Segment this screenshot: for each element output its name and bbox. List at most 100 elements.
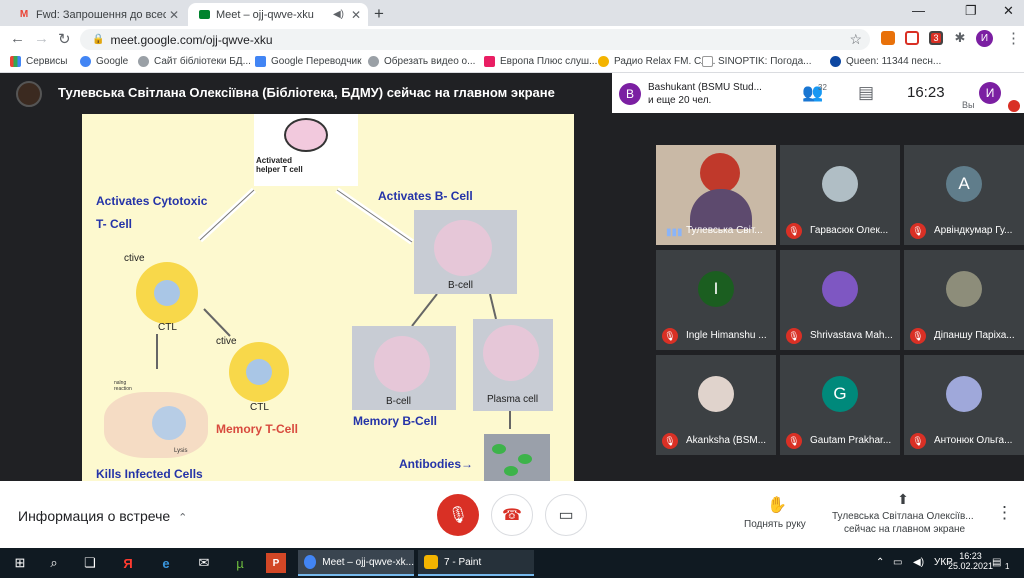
puzzle-icon[interactable]: ✱ [953, 30, 967, 45]
back-icon[interactable]: ← [10, 30, 25, 47]
participant-avatar [822, 166, 858, 202]
gmail-icon: M [19, 9, 29, 20]
infected-cell [104, 392, 208, 458]
profile-avatar[interactable]: И [976, 30, 993, 47]
participant-tile[interactable]: 🎙 Гарвасюк Олек... [780, 145, 900, 245]
task-view-icon[interactable]: ❏ [80, 553, 100, 573]
presentation-title: Тулевська Світлана Олексіївна (Бібліотек… [58, 85, 555, 100]
windows-start-icon[interactable]: ⊞ [10, 553, 30, 573]
volume-icon[interactable]: ◀) [913, 557, 924, 568]
tab-gmail[interactable]: M Fwd: Запрошення до всесвітньо ✕ [8, 3, 186, 26]
close-tab-icon[interactable]: ✕ [348, 8, 364, 22]
participant-tile[interactable]: 🎙 Антонюк Ольга... [904, 355, 1024, 455]
participant-tile[interactable]: I 🎙 Ingle Himanshu ... [656, 250, 776, 350]
tray-clock[interactable]: 16:23 25.02.2021 [948, 551, 993, 571]
pinned-participant[interactable]: Bashukant (BSMU Stud... и еще 20 чел. [648, 81, 762, 107]
extension-badge-icon[interactable]: 3 [929, 31, 943, 45]
tab-meet[interactable]: Meet – ojj-qwve-xku ◀) ✕ [188, 3, 368, 26]
participant-tile[interactable]: G 🎙 Gautam Prakhar... [780, 355, 900, 455]
ctl-cell-1 [136, 262, 198, 324]
edge-icon[interactable]: e [156, 553, 176, 573]
participant-video-body [690, 189, 752, 229]
europa-icon [484, 56, 495, 67]
close-window-icon[interactable]: ✕ [1003, 3, 1014, 19]
participant-avatar [946, 376, 982, 412]
restore-icon[interactable]: ❐ [965, 3, 977, 19]
extension-badge: 3 [931, 33, 941, 43]
presenter-button[interactable]: ⬆ Тулевська Світлана Олексіїв... сейчас … [828, 491, 978, 541]
chat-icon[interactable]: ▤ [858, 83, 874, 103]
participant-avatar: I [698, 271, 734, 307]
hang-up-icon: ☎ [502, 507, 522, 524]
meeting-info-label: Информация о встрече [18, 508, 171, 524]
participant-name: Shrivastava Mah... [810, 330, 893, 341]
ctl-label-1: CTL [158, 322, 177, 333]
url-bar[interactable]: 🔒 meet.google.com/ojj-qwve-xku ☆ [80, 29, 870, 50]
raise-hand-button[interactable]: ✋ Поднять руку [738, 495, 816, 539]
participant-tile[interactable]: 🎙 Akanksha (BSM... [656, 355, 776, 455]
globe-icon [368, 56, 379, 67]
ctl-cell-2 [229, 342, 289, 402]
participant-video [700, 153, 740, 193]
camera-button[interactable]: ▭ [545, 494, 587, 536]
notifications-icon[interactable]: ▤ [992, 557, 1001, 568]
new-tab-icon[interactable]: + [374, 4, 384, 24]
present-screen-icon: ⬆ [897, 491, 909, 507]
extension-box-icon[interactable] [905, 31, 919, 45]
bookmark-video[interactable]: Обрезать видео о... [368, 56, 475, 67]
tray-chevron-icon[interactable]: ⌃ [876, 557, 884, 568]
participant-tile[interactable]: 🎙 Shrivastava Mah... [780, 250, 900, 350]
bookmark-library[interactable]: Сайт бібліотеки БД... [138, 56, 251, 67]
participant-name: Діпаншу Паріха... [934, 330, 1015, 341]
mic-off-button[interactable]: 🎙 [437, 494, 479, 536]
muted-mic-icon: 🎙 [786, 223, 802, 239]
tab-title: Meet – ojj-qwve-xku [216, 8, 314, 21]
more-options-icon[interactable]: ⋮ [996, 503, 1013, 523]
search-icon[interactable]: ⌕ [44, 553, 64, 573]
participant-tile[interactable]: 🎙 Діпаншу Паріха... [904, 250, 1024, 350]
bookmark-queen[interactable]: Queen: 11344 песн... [830, 56, 941, 67]
speaker-icon[interactable]: ◀) [333, 9, 344, 20]
windows-taskbar: ⊞ ⌕ ❏ Я e ✉ µ P Meet – ojj-qwve-xk... 7 … [0, 548, 1024, 578]
ctl-label-2: CTL [250, 402, 269, 413]
participant-avatar: G [822, 376, 858, 412]
powerpoint-icon[interactable]: P [266, 553, 286, 573]
bookmark-sinoptik[interactable]: SINOPTIK: Погода... [702, 56, 811, 67]
extension-fox-icon[interactable] [881, 31, 895, 45]
translate-icon [255, 56, 266, 67]
memory-t-label: Memory T-Cell [216, 422, 299, 436]
minimize-icon[interactable]: — [912, 3, 925, 18]
muted-mic-icon: 🎙 [910, 328, 926, 344]
meeting-info-button[interactable]: Информация о встрече ⌃ [18, 508, 187, 524]
participant-name: Гарвасюк Олек... [810, 225, 889, 236]
participant-name: Akanksha (BSM... [686, 435, 767, 446]
bookmark-label: Обрезать видео о... [384, 56, 476, 67]
forward-icon[interactable]: → [34, 30, 49, 47]
taskbar-app-paint[interactable]: 7 - Paint [418, 550, 534, 576]
muted-mic-icon: 🎙 [786, 328, 802, 344]
bookmark-star-icon[interactable]: ☆ [849, 31, 862, 48]
pinned-avatar[interactable]: B [619, 83, 641, 105]
meet-icon [198, 9, 210, 21]
presenter-line1: Тулевська Світлана Олексіїв... [832, 511, 974, 522]
bookmark-europa[interactable]: Европа Плюс слуш... [484, 56, 597, 67]
yandex-icon[interactable]: Я [118, 553, 138, 573]
bookmark-apps[interactable]: Сервисы [10, 56, 67, 67]
utorrent-icon[interactable]: µ [230, 553, 250, 573]
bookmark-relax[interactable]: Радио Relax FM. Сл... [598, 56, 715, 67]
participant-tile[interactable]: ▮▮▮ Тулевська Світ... [656, 145, 776, 245]
mail-icon[interactable]: ✉ [194, 553, 214, 573]
bookmark-translate[interactable]: Google Переводчик [255, 56, 361, 67]
raise-hand-label: Поднять руку [744, 519, 806, 530]
close-tab-icon[interactable]: ✕ [166, 8, 182, 22]
taskbar-app-meet[interactable]: Meet – ojj-qwve-xk... [298, 550, 414, 576]
menu-dots-icon[interactable]: ⋮ [1006, 29, 1021, 47]
participant-tile[interactable]: A 🎙 Арвіндкумар Гу... [904, 145, 1024, 245]
self-avatar: И [979, 82, 1001, 104]
pinned-others: и еще 20 чел. [648, 95, 712, 106]
network-icon[interactable]: ▭ [893, 557, 902, 568]
bookmark-google[interactable]: Google [80, 56, 128, 67]
reload-icon[interactable]: ↻ [58, 30, 71, 48]
self-muted-icon [1008, 100, 1020, 112]
leave-call-button[interactable]: ☎ [491, 494, 533, 536]
